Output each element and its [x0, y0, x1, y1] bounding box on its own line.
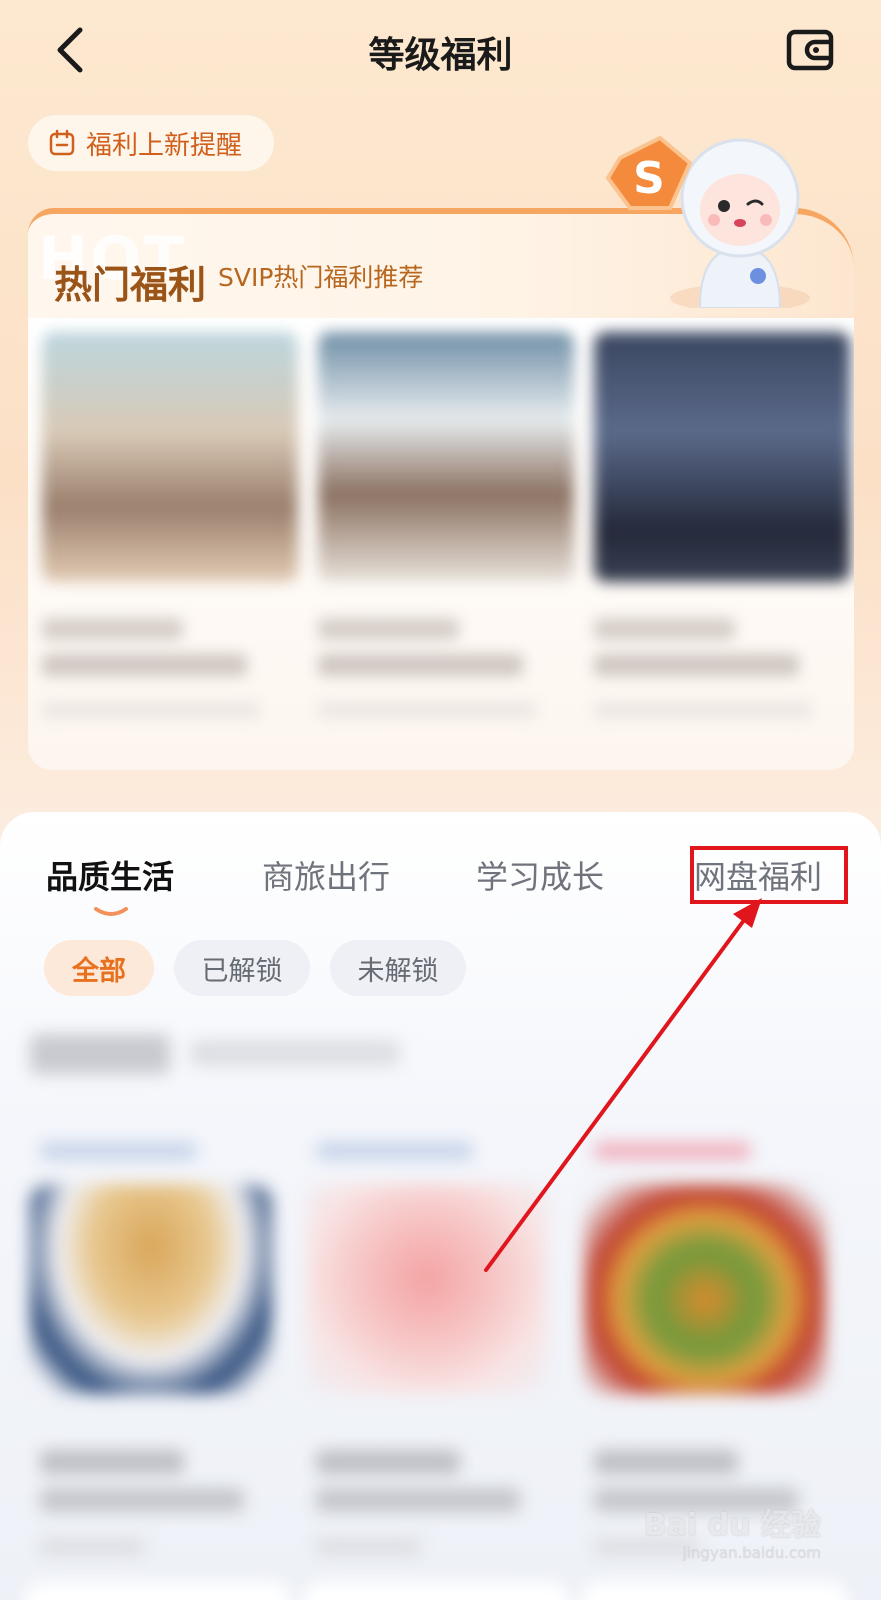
hot-welfare-subtitle: SVIP热门福利推荐 — [218, 263, 424, 292]
welfare-reminder-label: 福利上新提醒 — [86, 130, 243, 161]
active-tab-indicator — [94, 907, 128, 916]
watermark-brand: Bai du 经验 — [643, 1508, 821, 1543]
calendar-icon — [49, 129, 75, 156]
baidu-jingyan-watermark: Bai du 经验 jingyan.baidu.com — [644, 1500, 821, 1562]
next-row-card — [24, 1582, 292, 1600]
filter-unlocked[interactable]: 已解锁 — [174, 940, 310, 996]
annotation-highlight-box — [690, 846, 848, 904]
mascot-illustration: S — [590, 108, 830, 312]
category-panel: 品质生活 商旅出行 学习成长 网盘福利 全部 已解锁 未解锁 — [0, 812, 881, 1600]
tab-quality-life[interactable]: 品质生活 — [46, 852, 174, 898]
filter-locked[interactable]: 未解锁 — [330, 940, 466, 996]
wallet-icon — [786, 29, 834, 71]
hot-welfare-list — [28, 318, 854, 770]
hot-welfare-item[interactable] — [594, 332, 850, 750]
page-title: 等级福利 — [368, 35, 513, 76]
hot-welfare-item[interactable] — [318, 332, 574, 750]
tab-business-travel[interactable]: 商旅出行 — [262, 852, 390, 898]
wallet-button[interactable] — [785, 24, 837, 76]
section-heading-placeholder — [30, 1034, 170, 1074]
next-row-card — [302, 1582, 570, 1600]
product-card[interactable] — [20, 1134, 282, 1556]
product-card[interactable] — [574, 1134, 836, 1556]
watermark-url: jingyan.baidu.com — [682, 1544, 821, 1562]
welfare-reminder-button[interactable]: 福利上新提醒 — [28, 115, 274, 171]
tab-learning-growth[interactable]: 学习成长 — [476, 852, 604, 898]
filter-all[interactable]: 全部 — [44, 940, 154, 996]
next-row-card — [580, 1582, 848, 1600]
hot-welfare-title: 热门福利 — [54, 263, 207, 307]
hot-welfare-item[interactable] — [42, 332, 298, 750]
svg-text:S: S — [633, 153, 665, 204]
product-card[interactable] — [296, 1134, 558, 1556]
header: 等级福利 — [0, 0, 881, 100]
section-subheading-placeholder — [190, 1040, 400, 1066]
